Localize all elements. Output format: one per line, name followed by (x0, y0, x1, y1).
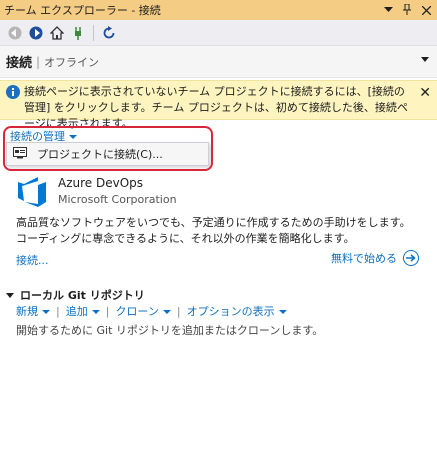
git-clone-label: クローン (115, 305, 159, 318)
close-icon[interactable]: ✕ (419, 85, 431, 101)
caret-down-icon (278, 309, 287, 314)
azure-devops-subtitle: Microsoft Corporation (58, 193, 177, 206)
info-bar: 接続ページに表示されていないチーム プロジェクトに接続するには、[接続の管理] … (0, 80, 437, 130)
page-header: 接続 | オフライン (0, 46, 437, 78)
header-separator: | (36, 54, 41, 69)
git-actions: 新規 | 追加 | クローン | オプションの表示 (16, 303, 287, 319)
arrow-right-icon (403, 250, 419, 266)
azure-devops-logo-icon (16, 177, 48, 210)
local-git-title: ローカル Git リポジトリ (20, 289, 145, 302)
home-icon[interactable] (48, 24, 66, 42)
plug-icon[interactable] (69, 24, 87, 42)
caret-down-icon (162, 309, 171, 314)
git-empty-text: 開始するために Git リポジトリを追加またはクローンします。 (16, 324, 324, 337)
connection-status: オフライン (44, 55, 100, 69)
git-clone-button[interactable]: クローン (115, 303, 171, 319)
git-add-button[interactable]: 追加 (66, 303, 100, 319)
caret-down-icon (42, 309, 50, 314)
pin-icon[interactable] (399, 2, 415, 18)
dropdown-icon[interactable] (380, 2, 396, 18)
back-icon[interactable] (6, 24, 24, 42)
git-options-button[interactable]: オプションの表示 (187, 303, 287, 319)
refresh-icon[interactable] (100, 24, 118, 42)
window-title: チーム エクスプローラー - 接続 (4, 4, 161, 17)
action-separator: | (56, 304, 60, 318)
highlight-annotation (3, 126, 213, 171)
git-new-button[interactable]: 新規 (16, 303, 50, 319)
action-separator: | (176, 304, 181, 318)
azure-devops-description: 高品質なソフトウェアをいつでも、予定通りに作成するための手助けをします。コーディ… (16, 216, 411, 245)
git-options-label: オプションの表示 (186, 305, 275, 318)
azure-connect-link[interactable]: 接続... (16, 252, 49, 268)
local-git-header[interactable]: ローカル Git リポジトリ (6, 287, 145, 303)
forward-icon[interactable] (27, 24, 45, 42)
page-title: 接続 (6, 56, 33, 71)
title-bar: チーム エクスプローラー - 接続 (0, 0, 437, 20)
free-start-link[interactable]: 無料で始める (331, 250, 419, 266)
git-new-label: 新規 (16, 305, 38, 318)
info-text: 接続ページに表示されていないチーム プロジェクトに接続するには、[接続の管理] … (24, 85, 408, 130)
azure-devops-title: Azure DevOps (58, 176, 144, 190)
git-add-label: 追加 (65, 305, 88, 318)
toolbar (0, 20, 437, 46)
action-separator: | (105, 304, 110, 318)
free-start-label: 無料で始める (331, 252, 397, 265)
info-icon (6, 85, 20, 102)
collapse-icon (6, 292, 14, 298)
close-window-icon[interactable] (418, 2, 434, 18)
chevron-down-icon[interactable] (421, 57, 429, 62)
caret-down-icon (91, 309, 100, 314)
toolbar-separator (93, 24, 94, 41)
